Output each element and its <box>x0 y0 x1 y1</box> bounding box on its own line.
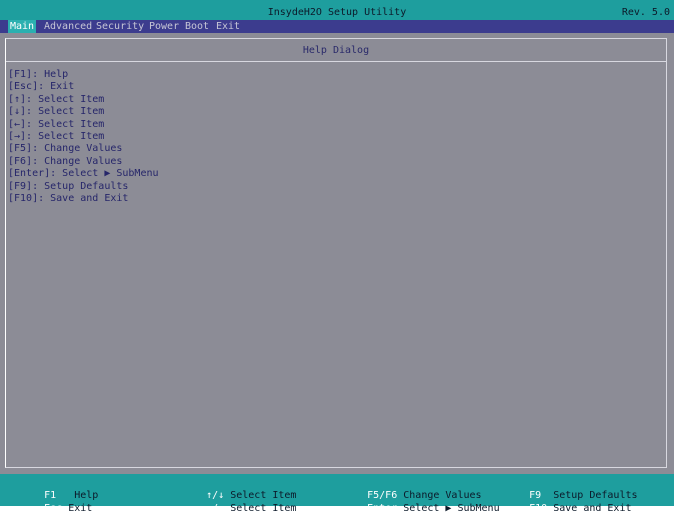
help-line-right: [→]: Select Item <box>8 130 105 142</box>
help-dialog: Help Dialog [F1]: Help [Esc]: Exit [↑]: … <box>5 38 667 468</box>
tab-boot[interactable]: Boot <box>185 20 209 33</box>
tab-main[interactable]: Main <box>8 20 37 33</box>
footer-leftright-desc: Select Item <box>230 503 297 514</box>
footer-enter: Enter Select ▶ SubMenu <box>331 489 500 528</box>
dialog-divider <box>6 61 666 62</box>
help-line-f5: [F5]: Change Values <box>8 143 123 155</box>
help-line-enter: [Enter]: Select ▶ SubMenu <box>8 168 159 180</box>
footer-f10-desc: Save and Exit <box>553 503 632 514</box>
footer-leftright: ←/→ Select Item <box>170 489 296 528</box>
help-line-f6: [F6]: Change Values <box>8 155 123 167</box>
footer-esc-desc: Exit <box>68 503 93 514</box>
footer-leftright-key: ←/→ <box>206 503 225 514</box>
help-line-f1: [F1]: Help <box>8 69 69 80</box>
help-line-esc: [Esc]: Exit <box>8 81 75 93</box>
key-help-footer: F1 Help Esc Exit ↑/↓ Select Item ←/→ Sel… <box>0 474 674 514</box>
title-bar: InsydeH2O Setup Utility Rev. 5.0 <box>0 0 674 20</box>
help-line-f9: [F9]: Setup Defaults <box>8 180 129 192</box>
tab-exit[interactable]: Exit <box>216 20 240 33</box>
help-line-f10: [F10]: Save and Exit <box>8 192 129 204</box>
footer-enter-desc: Select ▶ SubMenu <box>403 503 500 514</box>
revision-label: Rev. 5.0 <box>621 7 670 18</box>
dialog-title: Help Dialog <box>302 45 370 56</box>
bios-screen: InsydeH2O Setup Utility Rev. 5.0 Main Ad… <box>0 0 674 514</box>
menu-bar: Main Advanced Security Power Boot Exit <box>0 20 674 33</box>
help-line-down: [↓]: Select Item <box>8 106 105 118</box>
footer-f10: F10 Save and Exit <box>493 489 632 528</box>
help-line-up: [↑]: Select Item <box>8 93 105 105</box>
footer-f10-key: F10 <box>529 503 548 514</box>
help-line-left: [←]: Select Item <box>8 118 105 130</box>
footer-enter-key: Enter <box>367 503 398 514</box>
app-title: InsydeH2O Setup Utility <box>267 7 407 18</box>
tab-power[interactable]: Power <box>149 20 179 33</box>
footer-esc-key: Esc <box>44 503 63 514</box>
tab-advanced[interactable]: Advanced <box>44 20 92 33</box>
help-list: [F1]: Help [Esc]: Exit [↑]: Select Item … <box>8 69 159 205</box>
tab-security[interactable]: Security <box>96 20 144 33</box>
footer-esc: Esc Exit <box>8 489 92 528</box>
